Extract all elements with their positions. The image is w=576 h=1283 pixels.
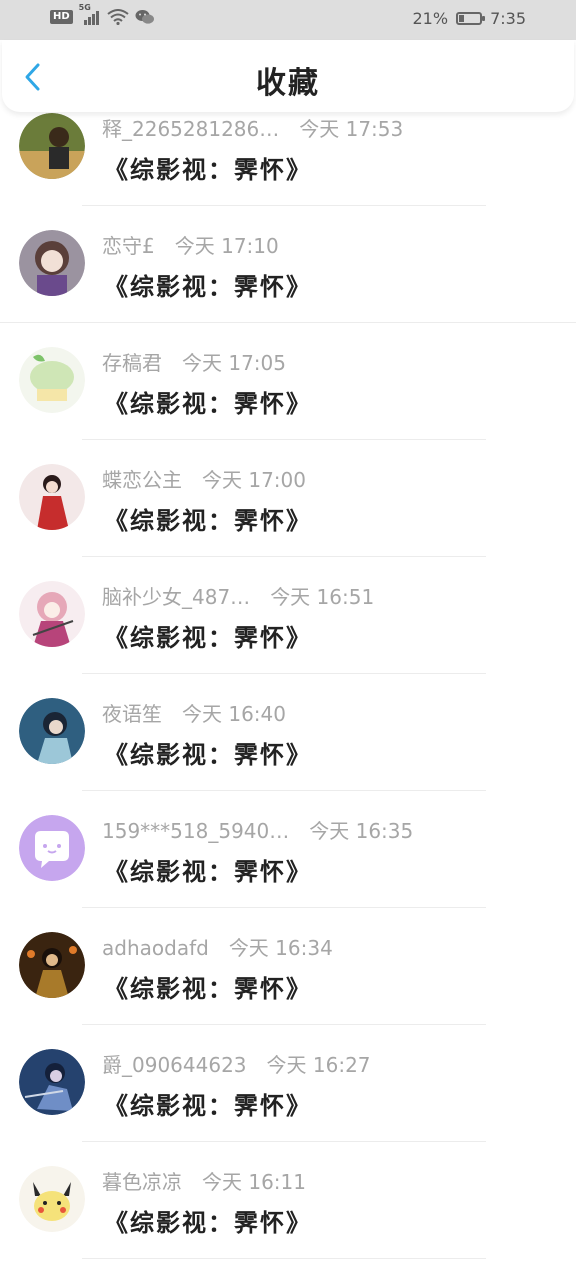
wechat-icon (135, 10, 154, 24)
timestamp: 今天 17:53 (299, 117, 404, 141)
wifi-icon (107, 9, 129, 25)
avatar[interactable] (19, 1049, 85, 1115)
user-name[interactable]: 暮色凉凉 (102, 1166, 182, 1195)
list-item[interactable]: 159***518_5940… 今天 16:35 《综影视：霁怀》 (0, 815, 576, 932)
user-name[interactable]: 存稿君 (102, 347, 162, 376)
list-item[interactable]: 存稿君 今天 17:05 《综影视：霁怀》 (0, 347, 576, 464)
list-item[interactable]: 释_2265281286… 今天 17:53 《综影视：霁怀》 (0, 113, 576, 230)
page-title: 收藏 (256, 66, 320, 101)
avatar[interactable] (19, 347, 85, 413)
list-item[interactable]: 恋守£ 今天 17:10 《综影视：霁怀》 (0, 230, 576, 347)
divider (82, 1258, 486, 1259)
item-title[interactable]: 《综影视：霁怀》 (104, 1086, 312, 1121)
avatar[interactable] (19, 230, 85, 296)
status-bar: HD 5G 21% 7:35 (0, 0, 576, 40)
item-title[interactable]: 《综影视：霁怀》 (104, 1203, 312, 1238)
list-item[interactable]: 蝶恋公主 今天 17:00 《综影视：霁怀》 (0, 464, 576, 581)
avatar[interactable] (19, 464, 85, 530)
favorites-list: 释_2265281286… 今天 17:53 《综影视：霁怀》 恋守£ 今天 17:… (0, 113, 576, 1283)
divider (82, 1141, 486, 1142)
item-title[interactable]: 《综影视：霁怀》 (104, 501, 312, 536)
list-item[interactable]: adhaodafd 今天 16:34 《综影视：霁怀》 (0, 932, 576, 1049)
item-title[interactable]: 《综影视：霁怀》 (104, 969, 312, 1004)
list-item[interactable]: 脑补少女_487… 今天 16:51 《综影视：霁怀》 (0, 581, 576, 698)
timestamp: 今天 16:40 (182, 702, 286, 726)
user-name[interactable]: 159***518_5940… (102, 819, 289, 843)
divider (82, 907, 486, 908)
timestamp: 今天 16:35 (309, 819, 414, 843)
divider (82, 790, 486, 791)
avatar[interactable] (19, 581, 85, 647)
timestamp: 今天 17:05 (182, 351, 286, 375)
battery-percent: 21% (412, 9, 449, 28)
item-title[interactable]: 《综影视：霁怀》 (104, 618, 312, 653)
item-title[interactable]: 《综影视：霁怀》 (104, 735, 312, 770)
divider (82, 556, 486, 557)
divider (82, 673, 486, 674)
timestamp: 今天 16:27 (266, 1053, 371, 1077)
user-name[interactable]: 夜语笙 (102, 698, 162, 727)
timestamp: 今天 16:51 (270, 585, 375, 609)
page-header: 收藏 (2, 40, 574, 112)
item-title[interactable]: 《综影视：霁怀》 (104, 384, 312, 419)
avatar[interactable] (19, 1166, 85, 1232)
status-time: 7:35 (490, 9, 526, 28)
list-item[interactable]: 夜语笙 今天 16:40 《综影视：霁怀》 (0, 698, 576, 815)
signal-icon: 5G (79, 3, 101, 25)
hd-badge: HD (50, 10, 73, 24)
avatar[interactable] (19, 698, 85, 764)
user-name[interactable]: 恋守£ (102, 230, 155, 259)
user-name[interactable]: 蝶恋公主 (102, 464, 182, 493)
list-item[interactable]: 爵_090644623 今天 16:27 《综影视：霁怀》 (0, 1049, 576, 1166)
avatar[interactable] (19, 113, 85, 179)
user-name[interactable]: 释_2265281286… (102, 113, 279, 142)
timestamp: 今天 17:00 (202, 468, 306, 492)
divider (82, 1024, 486, 1025)
divider (0, 322, 576, 323)
timestamp: 今天 17:10 (174, 234, 279, 258)
avatar[interactable] (19, 932, 85, 998)
user-name[interactable]: 脑补少女_487… (102, 581, 250, 610)
divider (82, 439, 486, 440)
timestamp: 今天 16:34 (228, 936, 333, 960)
timestamp: 今天 16:11 (202, 1170, 306, 1194)
battery-icon (456, 12, 486, 25)
divider (82, 205, 486, 206)
user-name[interactable]: 爵_090644623 (102, 1049, 247, 1078)
item-title[interactable]: 《综影视：霁怀》 (104, 267, 312, 302)
list-item[interactable]: 暮色凉凉 今天 16:11 《综影视：霁怀》 (0, 1166, 576, 1283)
item-title[interactable]: 《综影视：霁怀》 (104, 150, 312, 185)
user-name[interactable]: adhaodafd (102, 936, 209, 960)
avatar[interactable] (19, 815, 85, 881)
item-title[interactable]: 《综影视：霁怀》 (104, 852, 312, 887)
